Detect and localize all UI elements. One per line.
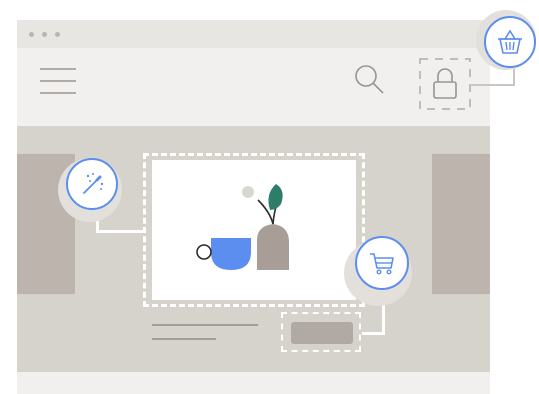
window-minimize-dot[interactable] [42, 32, 47, 37]
magic-wand-badge[interactable] [66, 158, 118, 210]
shopping-cart-icon [370, 253, 394, 275]
footer-strip [17, 372, 490, 394]
hamburger-menu-icon[interactable] [40, 68, 76, 94]
caption-line-1 [152, 324, 258, 326]
right-badge-connector-h [362, 332, 385, 335]
shopping-basket-icon [498, 29, 522, 54]
magic-wand-icon [83, 173, 104, 194]
cart-badge[interactable] [355, 236, 409, 290]
padlock-icon[interactable] [419, 58, 471, 110]
left-badge-connector-h [96, 230, 144, 233]
window-close-dot[interactable] [29, 32, 34, 37]
product-image[interactable] [152, 160, 356, 300]
site-header [17, 48, 490, 132]
top-badge-connector-h [470, 84, 515, 86]
product-illustration [196, 184, 289, 270]
caption-line-2 [152, 338, 216, 340]
window-maximize-dot[interactable] [55, 32, 60, 37]
right-carousel-panel[interactable] [432, 154, 490, 294]
basket-badge[interactable] [484, 16, 536, 68]
window-titlebar [17, 20, 490, 48]
search-icon[interactable] [353, 62, 387, 96]
cta-button[interactable] [291, 322, 353, 344]
